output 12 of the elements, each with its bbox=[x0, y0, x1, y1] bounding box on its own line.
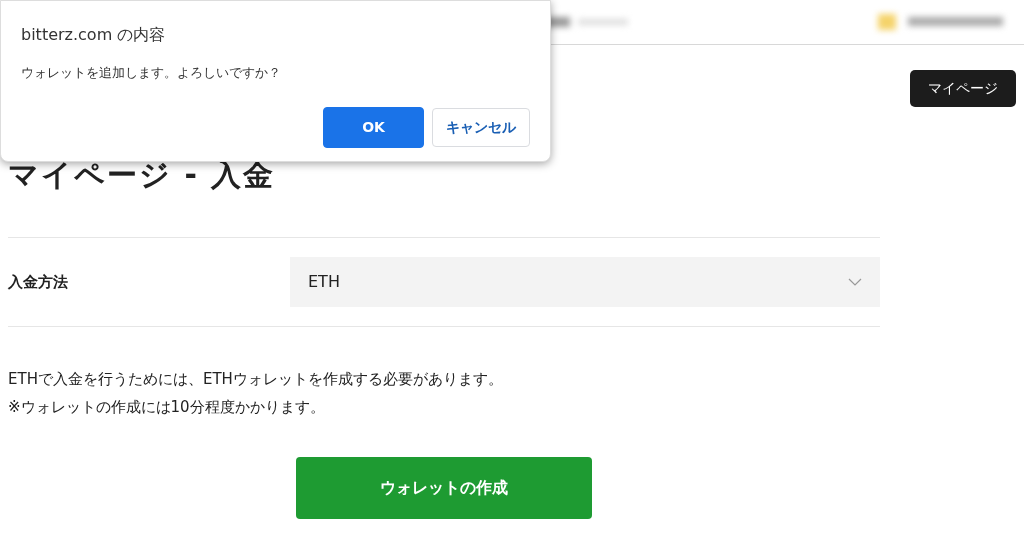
payment-method-select[interactable]: ETH bbox=[290, 257, 880, 307]
field-label: 入金方法 bbox=[8, 271, 68, 293]
mypage-button[interactable]: マイページ bbox=[910, 70, 1016, 107]
dialog-title: bitterz.com の内容 bbox=[21, 24, 167, 46]
ok-button[interactable]: OK bbox=[323, 106, 424, 148]
chevron-down-icon bbox=[848, 278, 862, 286]
cancel-button[interactable]: キャンセル bbox=[432, 107, 530, 147]
dialog-message: ウォレットを追加します。よろしいですか？ bbox=[21, 64, 282, 82]
note-text: ETHで入金を行うためには、ETHウォレットを作成する必要があります。 bbox=[8, 369, 504, 390]
create-wallet-button[interactable]: ウォレットの作成 bbox=[296, 457, 592, 519]
page-title: マイページ - 入金 bbox=[8, 157, 277, 193]
note-text: ※ウォレットの作成には10分程度かかります。 bbox=[8, 397, 326, 418]
